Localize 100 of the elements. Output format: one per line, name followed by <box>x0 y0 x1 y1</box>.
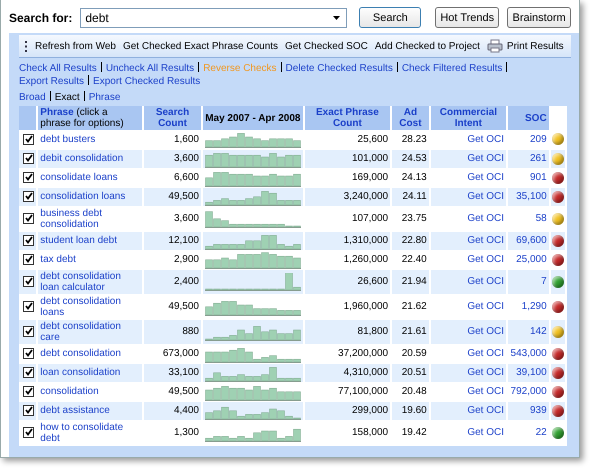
toolbar-button[interactable]: Get Checked Exact Phrase Counts <box>122 40 278 52</box>
checkmark-icon <box>24 368 32 376</box>
table-cell: 21.61 <box>391 319 430 344</box>
checkbox[interactable] <box>23 254 34 265</box>
column-header[interactable]: Ad Cost <box>391 106 430 130</box>
checkmark-icon <box>24 327 32 336</box>
get-oci-link[interactable]: Get OCI <box>467 134 504 145</box>
checkbox[interactable] <box>23 386 34 397</box>
checkmark-icon <box>24 135 32 144</box>
button[interactable]: Search <box>359 7 422 28</box>
table-cell: 1,310,000 <box>304 231 392 250</box>
soc-link[interactable]: 543,000 <box>510 348 547 359</box>
table-cell: 299,000 <box>304 401 392 420</box>
soc-link[interactable]: 142 <box>530 326 547 337</box>
action-link[interactable]: Uncheck All Results <box>106 63 194 74</box>
action-link[interactable]: Check Filtered Results <box>402 63 502 74</box>
checkmark-icon <box>24 214 32 222</box>
toolbar-button[interactable]: Refresh from Web <box>35 40 116 52</box>
dropdown-caret-icon <box>333 16 340 20</box>
checkbox[interactable] <box>23 300 34 312</box>
soc-link[interactable]: 209 <box>530 134 547 145</box>
get-oci-link[interactable]: Get OCI <box>467 386 504 397</box>
column-header[interactable]: Commercial Intent <box>430 106 507 130</box>
checkbox[interactable] <box>23 234 34 246</box>
column-header[interactable]: Search Count <box>143 106 202 130</box>
column-header[interactable]: Phrase (click a phrase for options) <box>37 106 144 130</box>
button[interactable]: Hot Trends <box>435 7 500 28</box>
action-link[interactable]: Delete Checked Results <box>286 63 393 74</box>
keyword-link[interactable]: business debt consolidation <box>40 206 140 230</box>
match-type-link[interactable]: Exact <box>54 92 80 103</box>
checkmark-icon <box>24 236 32 244</box>
checkmark-icon <box>24 428 32 436</box>
checkbox[interactable] <box>23 366 34 378</box>
table-cell: 1,300 <box>143 420 202 445</box>
get-oci-link[interactable]: Get OCI <box>467 427 504 438</box>
checkmark-icon <box>24 387 32 396</box>
keyword-link[interactable]: debt consolidation loans <box>40 294 140 318</box>
checkbox[interactable] <box>23 190 34 202</box>
toolbar-button[interactable]: Get Checked SOC <box>285 40 368 52</box>
table-cell: 4,310,000 <box>304 363 392 382</box>
table-cell: 3,240,000 <box>304 187 392 206</box>
table-cell: 101,000 <box>304 149 392 168</box>
action-link[interactable]: Export Checked Results <box>93 76 200 87</box>
match-type-link[interactable]: Broad <box>19 92 46 103</box>
get-oci-link[interactable]: Get OCI <box>467 172 504 183</box>
table-cell: 24.53 <box>391 149 430 168</box>
column-header[interactable]: Exact Phrase Count <box>304 106 392 130</box>
keyword-link[interactable]: tax debt <box>40 253 140 266</box>
checkbox[interactable] <box>23 172 34 183</box>
soc-link[interactable]: 1,290 <box>522 301 547 312</box>
checkmark-icon <box>24 277 32 286</box>
table-cell: 4,400 <box>143 401 202 420</box>
action-link[interactable]: Check All Results <box>19 63 97 74</box>
checkmark-icon <box>24 255 32 264</box>
checkbox[interactable] <box>23 276 34 287</box>
get-oci-link[interactable]: Get OCI <box>467 301 504 312</box>
action-link[interactable]: Export Results <box>19 76 84 87</box>
table-cell: 33,100 <box>143 363 202 382</box>
printer-icon <box>486 39 503 53</box>
column-header[interactable]: SOC <box>507 106 550 130</box>
table-cell: 26,600 <box>304 269 392 294</box>
keyword-link[interactable]: consolidation <box>40 385 140 398</box>
table-cell: 21.94 <box>391 269 430 294</box>
grip-icon <box>25 40 28 52</box>
keyword-link[interactable]: debt busters <box>40 132 140 146</box>
table-cell: 12,100 <box>143 231 202 250</box>
checkbox[interactable] <box>23 426 34 438</box>
get-oci-link[interactable]: Get OCI <box>467 254 504 265</box>
search-field[interactable]: debt <box>80 8 348 28</box>
checkbox[interactable] <box>23 212 34 224</box>
search-label: Search for: <box>9 10 72 24</box>
keyword-link[interactable]: consolidate loans <box>40 171 140 184</box>
soc-link[interactable]: 7 <box>541 276 547 287</box>
checkmark-icon <box>24 173 32 182</box>
table-cell: 2,400 <box>143 269 202 294</box>
checkmark-icon <box>24 154 32 162</box>
soc-link[interactable]: 58 <box>536 213 547 224</box>
get-oci-link[interactable]: Get OCI <box>467 213 504 224</box>
match-type-link[interactable]: Phrase <box>88 92 120 103</box>
checkbox[interactable] <box>23 404 34 416</box>
soc-link[interactable]: 25,000 <box>516 254 547 265</box>
button[interactable]: Brainstorm <box>507 7 572 28</box>
keyword-link[interactable]: debt consolidation <box>40 347 140 360</box>
checkbox[interactable] <box>23 134 34 145</box>
table-cell: 19.60 <box>391 401 430 420</box>
checkbox[interactable] <box>23 152 34 164</box>
checkmark-icon <box>24 406 32 414</box>
checkbox[interactable] <box>23 348 34 359</box>
soc-link[interactable]: 792,000 <box>510 386 547 397</box>
keyword-link[interactable]: how to consolidate debt <box>40 420 140 444</box>
toolbar-button[interactable]: Print Results <box>486 39 564 53</box>
checkbox[interactable] <box>23 326 34 337</box>
toolbar-button[interactable]: Add Checked to Project <box>374 40 480 52</box>
get-oci-link[interactable]: Get OCI <box>467 348 504 359</box>
soc-link[interactable]: 22 <box>536 427 547 438</box>
checkmark-icon <box>24 349 32 358</box>
table-cell: 22.80 <box>391 231 430 250</box>
checkmark-icon <box>24 192 32 200</box>
soc-link[interactable]: 901 <box>530 172 547 183</box>
table-cell: 3,600 <box>143 149 202 168</box>
